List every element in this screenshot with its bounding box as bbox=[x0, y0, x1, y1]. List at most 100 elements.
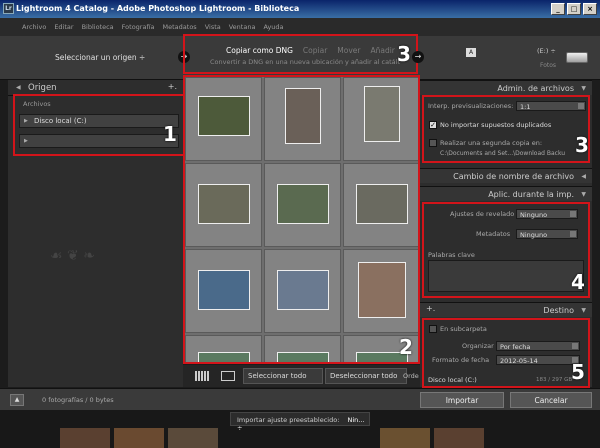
select-all-button[interactable]: Seleccionar todo bbox=[243, 368, 323, 384]
destination-disk-space: 183 / 297 GB bbox=[536, 377, 573, 383]
thumbnail-cell[interactable] bbox=[264, 163, 341, 247]
triangle-right-icon: ▶ bbox=[24, 118, 28, 124]
menu-biblioteca[interactable]: Biblioteca bbox=[82, 23, 114, 31]
mode-add[interactable]: Añadir bbox=[370, 46, 394, 55]
menu-archivo[interactable]: Archivo bbox=[22, 23, 46, 31]
import-status-bar: ▲ 0 fotografías / 0 bytes Importar Cance… bbox=[0, 388, 600, 410]
source-disk-c[interactable]: ▶ Disco local (C:) bbox=[19, 114, 179, 128]
destination-header[interactable]: +. Destino ▼ bbox=[420, 302, 592, 317]
menu-ventana[interactable]: Ventana bbox=[229, 23, 256, 31]
loupe-view-icon[interactable] bbox=[221, 371, 235, 381]
date-format-label: Formato de fecha bbox=[432, 356, 490, 364]
no-duplicates-label: No importar supuestos duplicados bbox=[440, 121, 552, 129]
hard-drive-icon bbox=[566, 52, 588, 63]
destination-drive-select[interactable]: (E:) ÷ bbox=[537, 47, 556, 55]
thumbnail-cell[interactable] bbox=[185, 77, 262, 161]
panel-end-ornament: ☙ ❦ ❧ bbox=[50, 248, 95, 264]
sort-order-label[interactable]: Orde bbox=[403, 372, 419, 380]
second-copy-checkbox[interactable] bbox=[429, 139, 437, 147]
thumbnail-cell[interactable] bbox=[264, 249, 341, 333]
thumbnail-cell[interactable] bbox=[185, 249, 262, 333]
thumbnail-cell[interactable] bbox=[264, 335, 341, 362]
keywords-input[interactable] bbox=[428, 260, 584, 292]
thumbnail-cell[interactable] bbox=[343, 249, 418, 333]
menu-fotografia[interactable]: Fotografía bbox=[122, 23, 155, 31]
filmstrip-thumbnail[interactable] bbox=[434, 428, 484, 448]
destination-title: Destino bbox=[543, 306, 574, 315]
date-format-select[interactable]: 2012-05-14 bbox=[496, 355, 580, 365]
annotation-number-3-right: 3 bbox=[575, 133, 589, 157]
organize-select[interactable]: Por fecha bbox=[496, 341, 580, 351]
annotation-box-2-thumbnail-grid: 2 bbox=[183, 75, 420, 364]
maximize-button[interactable]: □ bbox=[567, 3, 581, 15]
add-source-button[interactable]: +. bbox=[168, 82, 177, 91]
develop-settings-value: Ninguno bbox=[520, 211, 548, 219]
import-preset-bar[interactable]: Importar ajuste preestablecido: Nin... ÷ bbox=[230, 412, 370, 432]
import-top-bar: Seleccionar un origen ÷ → Copiar como DN… bbox=[0, 34, 600, 80]
triangle-right-icon: ▶ bbox=[24, 138, 28, 144]
menu-metadatos[interactable]: Metadatos bbox=[163, 23, 197, 31]
dropdown-arrow-icon bbox=[570, 211, 576, 217]
photo-count-label: 0 fotografías / 0 bytes bbox=[42, 396, 114, 404]
apply-during-import-header[interactable]: Aplic. durante la imp. ▼ bbox=[420, 186, 592, 201]
menu-ayuda[interactable]: Ayuda bbox=[263, 23, 283, 31]
thumbnail-cell[interactable] bbox=[185, 163, 262, 247]
destination-disk-label[interactable]: Disco local (C:) bbox=[428, 376, 477, 384]
develop-settings-select[interactable]: Ninguno bbox=[516, 209, 578, 219]
source-disk-2[interactable]: ▶ bbox=[19, 134, 179, 148]
source-disk-label: Disco local (C:) bbox=[34, 117, 87, 125]
annotation-number-2: 2 bbox=[399, 335, 413, 359]
subfolder-label: En subcarpeta bbox=[440, 325, 487, 333]
filmstrip-thumbnail[interactable] bbox=[168, 428, 218, 448]
date-format-value: 2012-05-14 bbox=[500, 357, 538, 365]
window-title: Lightroom 4 Catalog - Adobe Photoshop Li… bbox=[16, 4, 300, 13]
metadata-select[interactable]: Ninguno bbox=[516, 229, 578, 239]
apply-during-import-title: Aplic. durante la imp. bbox=[488, 190, 574, 199]
expand-dialog-button[interactable]: ▲ bbox=[10, 394, 24, 406]
thumbnail-image bbox=[198, 352, 250, 362]
triangle-left-icon: ◀ bbox=[581, 173, 586, 180]
close-button[interactable]: × bbox=[583, 3, 597, 15]
mode-description: Convertir a DNG en una nueva ubicación y… bbox=[210, 58, 400, 66]
annotation-box-1: Archivos ▶ Disco local (C:) ▶ 1 bbox=[13, 94, 185, 156]
annotation-box-4: Ajustes de revelado Ninguno Metadatos Ni… bbox=[422, 202, 590, 298]
thumbnail-image bbox=[198, 270, 250, 310]
triangle-down-icon: ▼ bbox=[581, 85, 586, 92]
file-rename-header[interactable]: Cambio de nombre de archivo ◀ bbox=[420, 168, 592, 183]
file-handling-header[interactable]: Admin. de archivos ▼ bbox=[420, 80, 592, 95]
dropdown-arrow-icon bbox=[578, 103, 584, 109]
menu-vista[interactable]: Vista bbox=[205, 23, 221, 31]
settings-panel: Admin. de archivos ▼ Interp. previsualiz… bbox=[420, 80, 592, 388]
cancel-button[interactable]: Cancelar bbox=[510, 392, 592, 408]
thumbnail-cell[interactable] bbox=[343, 163, 418, 247]
import-button[interactable]: Importar bbox=[420, 392, 504, 408]
grid-view-icon[interactable] bbox=[195, 371, 209, 381]
dropdown-arrow-icon bbox=[572, 343, 578, 349]
subfolder-checkbox[interactable] bbox=[429, 325, 437, 333]
window-titlebar: Lr Lightroom 4 Catalog - Adobe Photoshop… bbox=[0, 0, 600, 18]
deselect-all-button[interactable]: Deseleccionar todo bbox=[325, 368, 407, 384]
thumbnail-cell[interactable] bbox=[343, 77, 418, 161]
destination-photos-label: Fotos bbox=[540, 62, 557, 69]
menu-editar[interactable]: Editar bbox=[54, 23, 73, 31]
filmstrip-thumbnail[interactable] bbox=[114, 428, 164, 448]
mode-copy-as-dng[interactable]: Copiar como DNG bbox=[226, 46, 293, 55]
thumbnail-image bbox=[285, 88, 321, 144]
second-copy-path[interactable]: C:\Documents and Set...\Download Backu bbox=[440, 150, 588, 157]
filmstrip-thumbnail[interactable] bbox=[380, 428, 430, 448]
mode-copy[interactable]: Copiar bbox=[303, 46, 327, 55]
thumbnail-image bbox=[277, 184, 329, 224]
mode-move[interactable]: Mover bbox=[337, 46, 360, 55]
preview-render-select[interactable]: 1:1 bbox=[516, 101, 586, 111]
no-duplicates-checkbox[interactable]: ✓ bbox=[429, 121, 437, 129]
thumbnail-cell[interactable] bbox=[264, 77, 341, 161]
file-rename-title: Cambio de nombre de archivo bbox=[453, 172, 574, 181]
add-destination-button[interactable]: +. bbox=[426, 304, 435, 313]
minimize-button[interactable]: _ bbox=[551, 3, 565, 15]
second-copy-label: Realizar una segunda copia en: bbox=[440, 139, 543, 147]
source-select[interactable]: Seleccionar un origen ÷ bbox=[55, 53, 145, 62]
annotation-number-1: 1 bbox=[163, 122, 177, 146]
filmstrip-thumbnail[interactable] bbox=[60, 428, 110, 448]
annotation-box-5: En subcarpeta Organizar Por fecha Format… bbox=[422, 318, 590, 388]
thumbnail-cell[interactable] bbox=[185, 335, 262, 362]
